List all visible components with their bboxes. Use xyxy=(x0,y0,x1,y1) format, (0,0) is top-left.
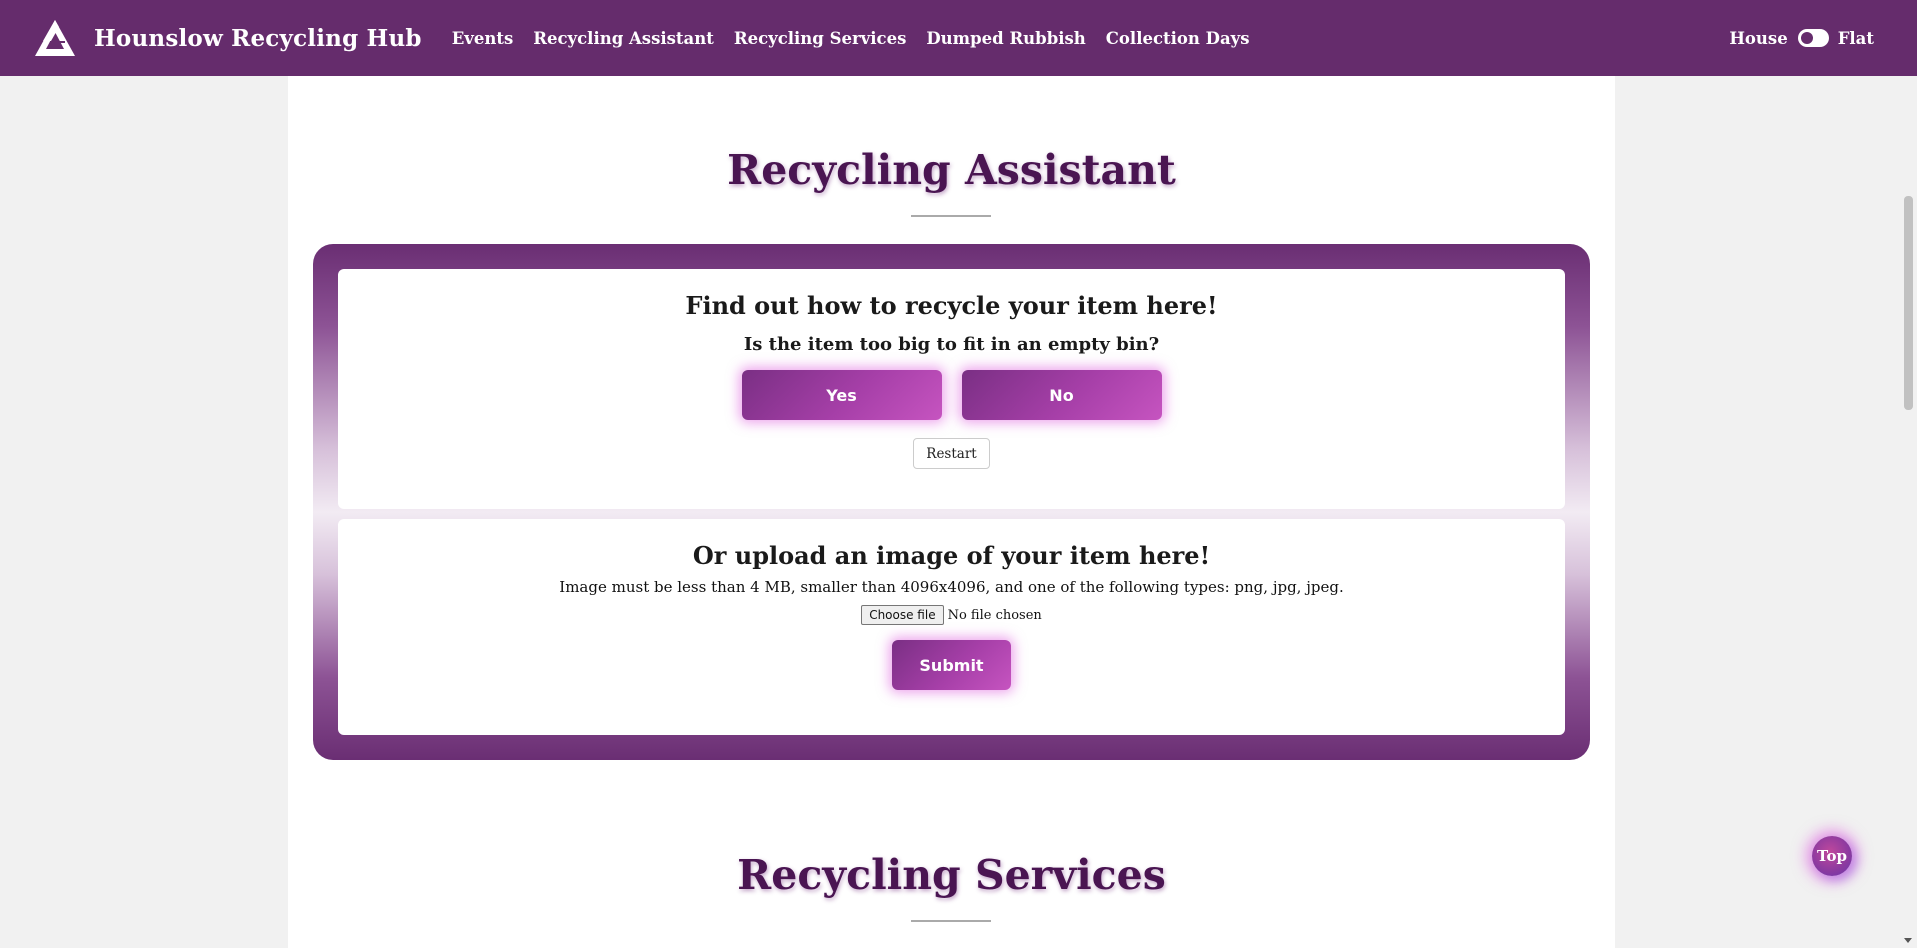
toggle-knob xyxy=(1800,32,1813,44)
upload-card-heading: Or upload an image of your item here! xyxy=(692,541,1211,570)
upload-card: Or upload an image of your item here! Im… xyxy=(338,519,1565,735)
services-section-title: Recycling Services xyxy=(737,851,1166,899)
restart-button[interactable]: Restart xyxy=(913,438,990,469)
yes-button[interactable]: Yes xyxy=(741,370,942,420)
back-to-top-button[interactable]: Top xyxy=(1812,836,1852,876)
answer-buttons: Yes No xyxy=(338,370,1565,420)
nav-collection-days[interactable]: Collection Days xyxy=(1106,29,1250,48)
title-divider xyxy=(911,215,991,217)
property-toggle-switch[interactable] xyxy=(1797,29,1829,47)
toggle-label-flat: Flat xyxy=(1837,28,1874,48)
toggle-label-house: House xyxy=(1729,28,1788,48)
question-card-heading: Find out how to recycle your item here! xyxy=(685,291,1218,320)
choose-file-button[interactable]: Choose file xyxy=(861,605,944,625)
property-type-toggle: House Flat xyxy=(1729,0,1874,76)
services-title-divider xyxy=(911,920,991,922)
nav-events[interactable]: Events xyxy=(452,29,514,48)
assistant-section-title: Recycling Assistant xyxy=(727,146,1176,194)
assistant-panel: Find out how to recycle your item here! … xyxy=(313,244,1590,760)
file-status: No file chosen xyxy=(947,607,1042,623)
no-button[interactable]: No xyxy=(961,370,1162,420)
upload-requirements: Image must be less than 4 MB, smaller th… xyxy=(559,578,1344,596)
brand[interactable]: Hounslow Recycling Hub xyxy=(34,18,422,58)
nav-recycling-assistant[interactable]: Recycling Assistant xyxy=(533,29,714,48)
nav-recycling-services[interactable]: Recycling Services xyxy=(734,29,907,48)
brand-name: Hounslow Recycling Hub xyxy=(94,24,422,52)
question-card: Find out how to recycle your item here! … xyxy=(338,269,1565,509)
question-text: Is the item too big to fit in an empty b… xyxy=(743,334,1160,355)
page-scrollbar[interactable] xyxy=(1900,0,1917,948)
nav-dumped-rubbish[interactable]: Dumped Rubbish xyxy=(926,29,1085,48)
triangle-logo-icon xyxy=(35,20,75,56)
file-input: Choose file No file chosen xyxy=(338,605,1565,625)
main-content: Recycling Assistant Find out how to recy… xyxy=(288,76,1615,948)
navbar: Hounslow Recycling Hub Events Recycling … xyxy=(0,0,1917,76)
submit-button[interactable]: Submit xyxy=(892,640,1011,690)
scroll-down-icon[interactable] xyxy=(1904,938,1912,943)
main-nav: Events Recycling Assistant Recycling Ser… xyxy=(452,29,1270,48)
scroll-thumb[interactable] xyxy=(1904,196,1913,410)
